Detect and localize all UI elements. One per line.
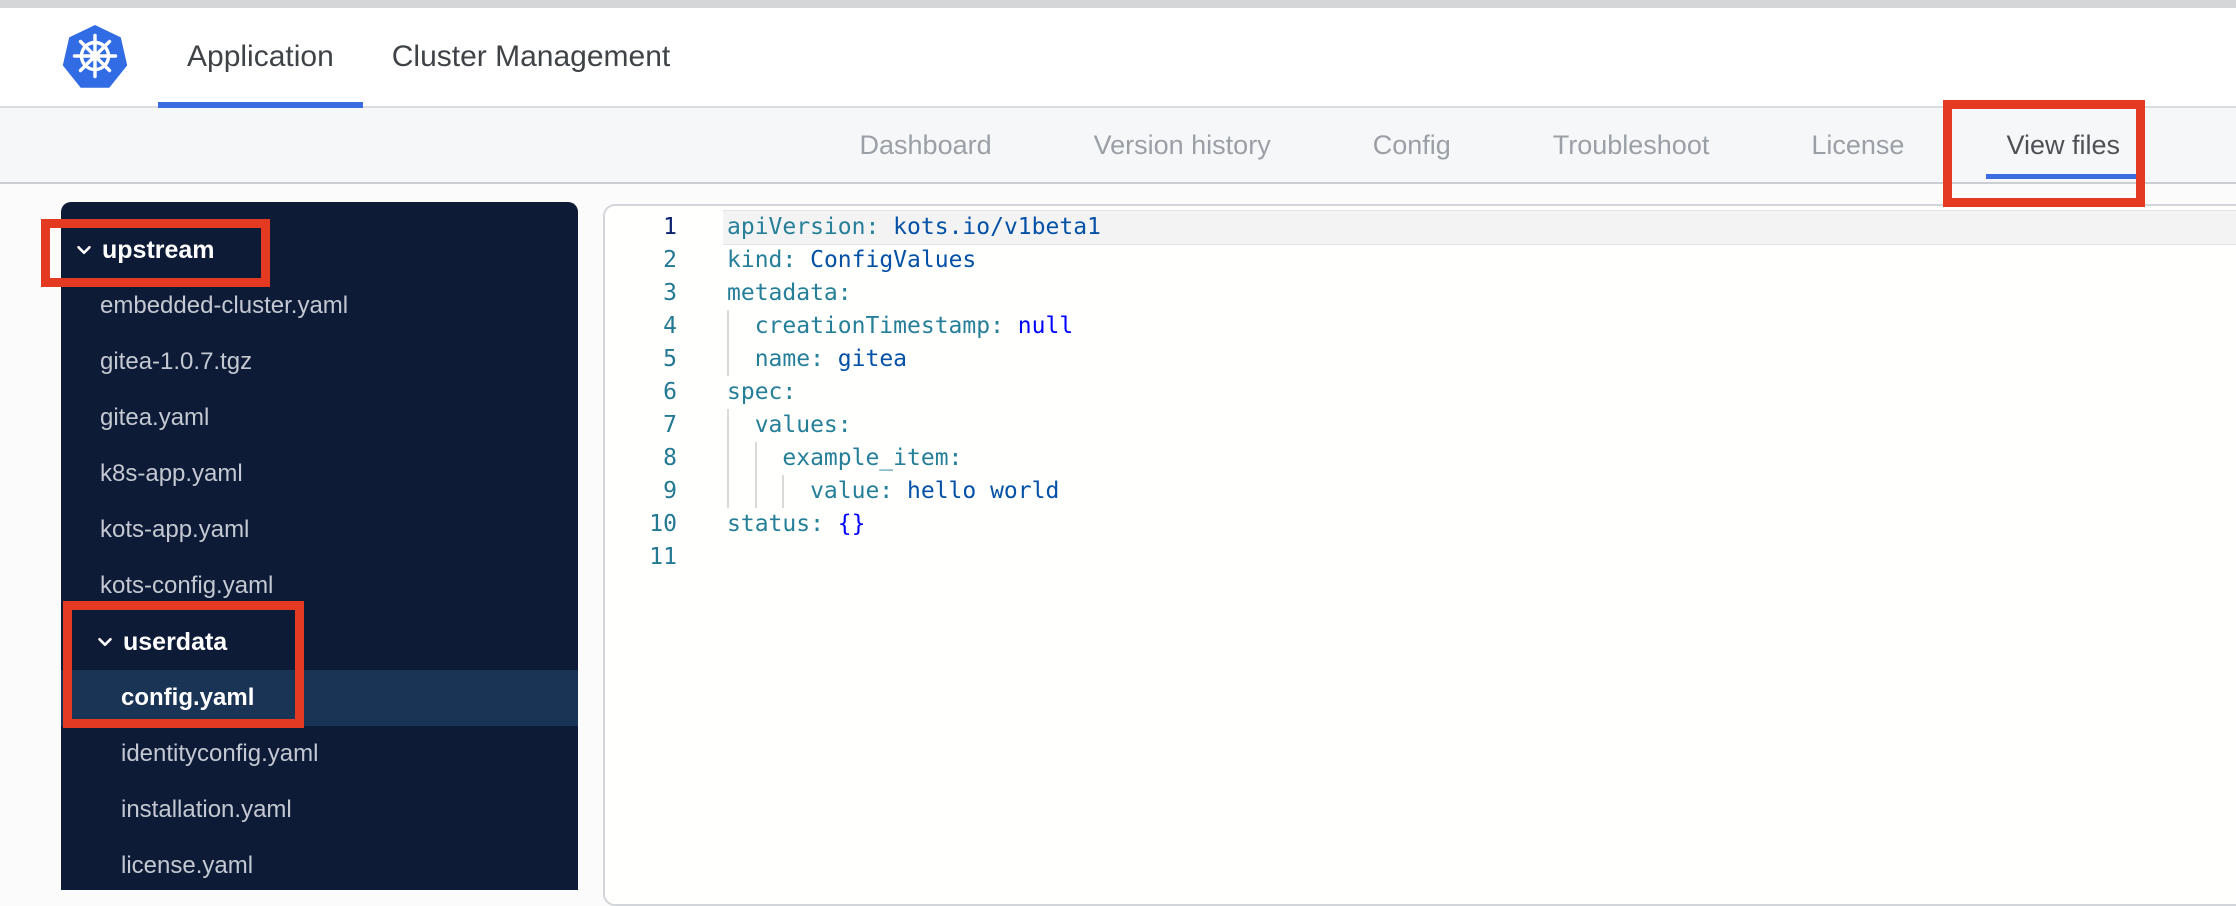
tree-file-label: config.yaml (121, 684, 255, 711)
tree-file-gitea-tgz[interactable]: gitea-1.0.7.tgz (61, 334, 578, 390)
line-number: 3 (663, 280, 677, 306)
nav-tab-license[interactable]: License (1791, 108, 1924, 182)
tree-file-label: kots-app.yaml (100, 516, 250, 543)
tree-folder-label: userdata (123, 627, 228, 656)
code-line[interactable]: 4 creationTimestamp: null (605, 310, 2236, 343)
primary-tabs: Application Cluster Management (158, 8, 699, 108)
line-number: 11 (649, 544, 677, 570)
nav-tab-dashboard[interactable]: Dashboard (840, 108, 1012, 182)
tree-file-label: license.yaml (121, 852, 254, 879)
indent-guide (782, 475, 810, 508)
yaml-value: gitea (823, 346, 908, 372)
tab-cluster-management[interactable]: Cluster Management (363, 8, 699, 106)
tree-folder-userdata[interactable]: userdata (61, 614, 578, 670)
yaml-value: {} (823, 511, 866, 537)
kubernetes-logo-icon (62, 24, 128, 90)
tree-file-identityconfig[interactable]: identityconfig.yaml (61, 726, 578, 782)
code-line[interactable]: 2 kind: ConfigValues (605, 244, 2236, 277)
line-number: 5 (663, 346, 677, 372)
tree-file-installation[interactable]: installation.yaml (61, 782, 578, 838)
tree-file-label: gitea-1.0.7.tgz (100, 348, 253, 375)
tree-folder-label: upstream (102, 235, 215, 264)
tab-application-label: Application (187, 40, 334, 73)
yaml-key: example_item: (782, 445, 963, 471)
yaml-key: spec: (727, 379, 797, 405)
yaml-key: value: (810, 478, 894, 504)
yaml-value: ConfigValues (796, 247, 977, 273)
line-number: 9 (663, 478, 677, 504)
tree-folder-upstream[interactable]: upstream (61, 222, 578, 278)
code-line[interactable]: 8 example_item: (605, 442, 2236, 475)
nav-tab-dashboard-label: Dashboard (859, 129, 992, 160)
yaml-value: hello world (893, 478, 1060, 504)
chevron-down-icon (94, 631, 116, 653)
nav-tab-view-files-label: View files (2006, 129, 2120, 160)
tree-file-embedded-cluster[interactable]: embedded-cluster.yaml (61, 278, 578, 334)
yaml-key: metadata: (727, 280, 852, 306)
code-line[interactable]: 7 values: (605, 409, 2236, 442)
indent-guide (727, 442, 755, 475)
line-number: 10 (649, 511, 677, 537)
tree-file-label: gitea.yaml (100, 404, 210, 431)
top-bar: Application Cluster Management (0, 8, 2236, 108)
yaml-key: apiVersion: (727, 214, 880, 240)
file-content-panel: 1 apiVersion: kots.io/v1beta1 2 kind: Co… (603, 204, 2236, 906)
nav-tab-config-label: Config (1372, 129, 1451, 160)
yaml-value: null (1003, 313, 1074, 339)
indent-guide (727, 475, 755, 508)
tree-file-label: kots-config.yaml (100, 572, 274, 599)
nav-tab-troubleshoot[interactable]: Troubleshoot (1533, 108, 1730, 182)
yaml-key: name: (754, 346, 824, 372)
code-line[interactable]: 6 spec: (605, 376, 2236, 409)
indent-guide (727, 409, 755, 442)
line-number: 4 (663, 313, 677, 339)
line-number: 2 (663, 247, 677, 273)
line-number: 7 (663, 412, 677, 438)
nav-tab-troubleshoot-label: Troubleshoot (1552, 129, 1710, 160)
tree-file-label: identityconfig.yaml (121, 740, 319, 767)
file-tree-sidebar: upstream embedded-cluster.yaml gitea-1.0… (61, 202, 578, 890)
app-nav-bar: Dashboard Version history Config Trouble… (0, 108, 2236, 184)
tree-file-gitea-yaml[interactable]: gitea.yaml (61, 390, 578, 446)
tab-cluster-management-label: Cluster Management (391, 40, 671, 73)
line-number: 6 (663, 379, 677, 405)
nav-tab-view-files[interactable]: View files (1986, 108, 2140, 182)
indent-guide (754, 475, 783, 508)
yaml-editor[interactable]: 1 apiVersion: kots.io/v1beta1 2 kind: Co… (605, 211, 2236, 574)
indent-guide (727, 310, 755, 343)
code-line[interactable]: 10 status: {} (605, 508, 2236, 541)
tab-application[interactable]: Application (158, 8, 363, 108)
tree-file-config-yaml-selected[interactable]: config.yaml (61, 670, 578, 726)
nav-tab-config[interactable]: Config (1353, 108, 1471, 182)
tree-file-license[interactable]: license.yaml (61, 838, 578, 890)
yaml-value: kots.io/v1beta1 (879, 214, 1101, 240)
tree-file-label: embedded-cluster.yaml (100, 292, 349, 319)
nav-tab-version-history[interactable]: Version history (1074, 108, 1291, 182)
line-number: 1 (663, 214, 677, 240)
yaml-key: kind: (727, 247, 797, 273)
indent-guide (754, 442, 783, 475)
line-number: 8 (663, 445, 677, 471)
code-line[interactable]: 3 metadata: (605, 277, 2236, 310)
tree-file-k8s-app[interactable]: k8s-app.yaml (61, 446, 578, 502)
yaml-key: status: (727, 511, 824, 537)
nav-tab-version-history-label: Version history (1093, 129, 1271, 160)
code-line[interactable]: 9 value: hello world (605, 475, 2236, 508)
yaml-key: creationTimestamp: (754, 313, 1004, 339)
nav-tab-license-label: License (1811, 129, 1905, 160)
code-line[interactable]: 5 name: gitea (605, 343, 2236, 376)
code-line[interactable]: 1 apiVersion: kots.io/v1beta1 (605, 211, 2236, 244)
yaml-key: values: (754, 412, 852, 438)
window-chrome-strip (0, 0, 2236, 8)
tree-file-kots-app[interactable]: kots-app.yaml (61, 502, 578, 558)
code-line[interactable]: 11 (605, 541, 2236, 574)
chevron-down-icon (73, 239, 95, 261)
tree-file-label: installation.yaml (121, 796, 292, 823)
indent-guide (727, 343, 755, 376)
tree-file-kots-config[interactable]: kots-config.yaml (61, 558, 578, 614)
tree-file-label: k8s-app.yaml (100, 460, 243, 487)
